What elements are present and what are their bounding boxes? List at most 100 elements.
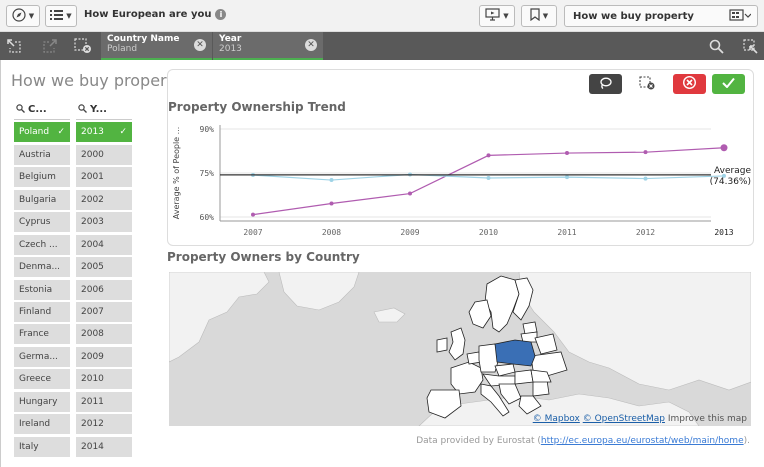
country-list-item[interactable]: France	[14, 324, 70, 345]
year-list-item[interactable]: 2011	[76, 391, 132, 412]
country-list-item[interactable]: Denma...	[14, 257, 70, 278]
year-list-item[interactable]: 2000	[76, 144, 132, 165]
cancel-selection-button[interactable]	[673, 74, 706, 94]
country-item-label: Cyprus	[19, 217, 51, 228]
year-list-item[interactable]: 2007	[76, 301, 132, 322]
year-filter-header[interactable]: Y...	[76, 100, 132, 120]
lasso-icon	[599, 77, 612, 92]
country-item-label: Czech ...	[19, 239, 58, 250]
country-list-item[interactable]: Poland ✓	[14, 122, 70, 143]
sheet-selector[interactable]: How we buy property	[564, 5, 758, 27]
clear-panel-selection-button[interactable]	[630, 74, 663, 94]
year-item-label: 2008	[81, 329, 104, 340]
osm-credit-link[interactable]: © OpenStreetMap	[583, 414, 665, 424]
year-list-item[interactable]: 2009	[76, 346, 132, 367]
sheets-grid-icon[interactable]	[729, 9, 752, 26]
year-list-item[interactable]: 2008	[76, 324, 132, 345]
data-point	[643, 176, 648, 181]
country-list-item[interactable]: Cyprus	[14, 212, 70, 233]
improve-map-link[interactable]: Improve this map	[668, 414, 747, 424]
clear-selections-icon	[638, 75, 655, 93]
selection-chip-country[interactable]: Country Name Poland ✕	[101, 32, 212, 60]
country-filter-title: C...	[28, 104, 47, 115]
data-point	[643, 150, 648, 155]
country-filter-header[interactable]: C...	[14, 100, 70, 120]
year-list-item[interactable]: 2014	[76, 436, 132, 457]
year-list-item[interactable]: 2001	[76, 167, 132, 188]
mapbox-credit-link[interactable]: © Mapbox	[533, 414, 580, 424]
line-chart-panel[interactable]: Property Ownership Trend Average % of Pe…	[167, 69, 754, 246]
europe-map[interactable]: © Mapbox © OpenStreetMap Improve this ma…	[169, 272, 751, 426]
step-forward-icon[interactable]	[39, 36, 61, 56]
clear-selection-icon[interactable]: ✕	[194, 39, 206, 51]
country-item-label: Ireland	[19, 419, 51, 430]
poland-region[interactable]	[494, 339, 536, 367]
data-point	[486, 175, 491, 180]
y-tick-label: 75%	[200, 169, 215, 178]
country-list-item[interactable]: Finland	[14, 301, 70, 322]
step-back-icon[interactable]	[3, 36, 25, 56]
country-list-item[interactable]: Austria	[14, 144, 70, 165]
year-item-label: 2000	[81, 149, 104, 160]
footer-suffix: ).	[743, 436, 750, 446]
year-item-label: 2005	[81, 262, 104, 273]
y-tick-label: 90%	[200, 125, 215, 134]
country-item-label: Estonia	[19, 284, 53, 295]
presentation-icon	[485, 8, 500, 24]
year-list-item[interactable]: 2006	[76, 279, 132, 300]
compass-icon	[12, 7, 26, 25]
country-list-item[interactable]: Ireland	[14, 414, 70, 435]
country-list-item[interactable]: Czech ...	[14, 234, 70, 255]
data-point	[720, 144, 728, 152]
lasso-select-button[interactable]	[589, 74, 622, 94]
cancel-icon	[682, 75, 697, 92]
data-source-note: Data provided by Eurostat (http://ec.eur…	[416, 436, 750, 446]
country-item-label: France	[19, 329, 49, 340]
search-icon[interactable]	[16, 103, 25, 116]
line-chart[interactable]: Average % of People ... 90% 75% 60% 2007 2008…	[168, 114, 755, 254]
clear-selection-icon[interactable]: ✕	[305, 39, 317, 51]
year-item-label: 2013	[81, 127, 104, 138]
chevron-down-icon: ▼	[503, 12, 509, 20]
search-icon[interactable]	[705, 36, 727, 56]
country-list-item[interactable]: Italy	[14, 436, 70, 457]
eurostat-link[interactable]: http://ec.europa.eu/eurostat/web/main/ho…	[541, 436, 744, 446]
clear-all-selections-icon[interactable]	[72, 36, 94, 56]
year-list-item[interactable]: 2013 ✓	[76, 122, 132, 143]
country-list-item[interactable]: Estonia	[14, 279, 70, 300]
year-filter-pane: Y... 2013 ✓ 2000 2001 2002 2003 2004 2005 2006 20…	[76, 100, 132, 457]
year-item-label: 2002	[81, 194, 104, 205]
story-button[interactable]: ▼	[479, 5, 515, 27]
country-item-label: Denma...	[19, 262, 61, 273]
search-icon[interactable]	[78, 103, 87, 116]
confirm-selection-button[interactable]	[712, 74, 745, 94]
country-list-item[interactable]: Germa...	[14, 346, 70, 367]
data-point	[251, 212, 255, 217]
year-list-item[interactable]: 2010	[76, 369, 132, 390]
country-list-item[interactable]: Bulgaria	[14, 189, 70, 210]
country-filter-pane: C... Poland ✓ Austria Belgium Bulgaria Cyprus…	[14, 100, 70, 457]
y-tick-label: 60%	[200, 213, 215, 222]
year-list-item[interactable]: 2003	[76, 212, 132, 233]
navigation-menu-button[interactable]: ▼	[6, 5, 40, 27]
chevron-down-icon: ▼	[28, 12, 35, 20]
data-point	[486, 153, 491, 158]
year-list-item[interactable]: 2004	[76, 234, 132, 255]
year-list-item[interactable]: 2005	[76, 257, 132, 278]
year-list-item[interactable]: 2012	[76, 414, 132, 435]
country-item-label: Germa...	[19, 351, 58, 362]
x-tick-label: 2011	[557, 228, 576, 237]
checkmark-icon: ✓	[57, 127, 65, 138]
global-menu-button[interactable]: ▼	[45, 5, 77, 27]
country-list-item[interactable]: Hungary	[14, 391, 70, 412]
year-list-item[interactable]: 2002	[76, 189, 132, 210]
country-list-item[interactable]: Belgium	[14, 167, 70, 188]
selection-chip-year[interactable]: Year 2013 ✕	[213, 32, 323, 60]
info-icon[interactable]: i	[215, 9, 227, 20]
series-line-0	[252, 147, 725, 216]
smart-search-icon[interactable]	[739, 36, 761, 56]
bookmark-button[interactable]: ▼	[521, 5, 557, 27]
year-item-label: 2010	[81, 374, 104, 385]
country-list-item[interactable]: Greece	[14, 369, 70, 390]
year-item-label: 2014	[81, 441, 104, 452]
